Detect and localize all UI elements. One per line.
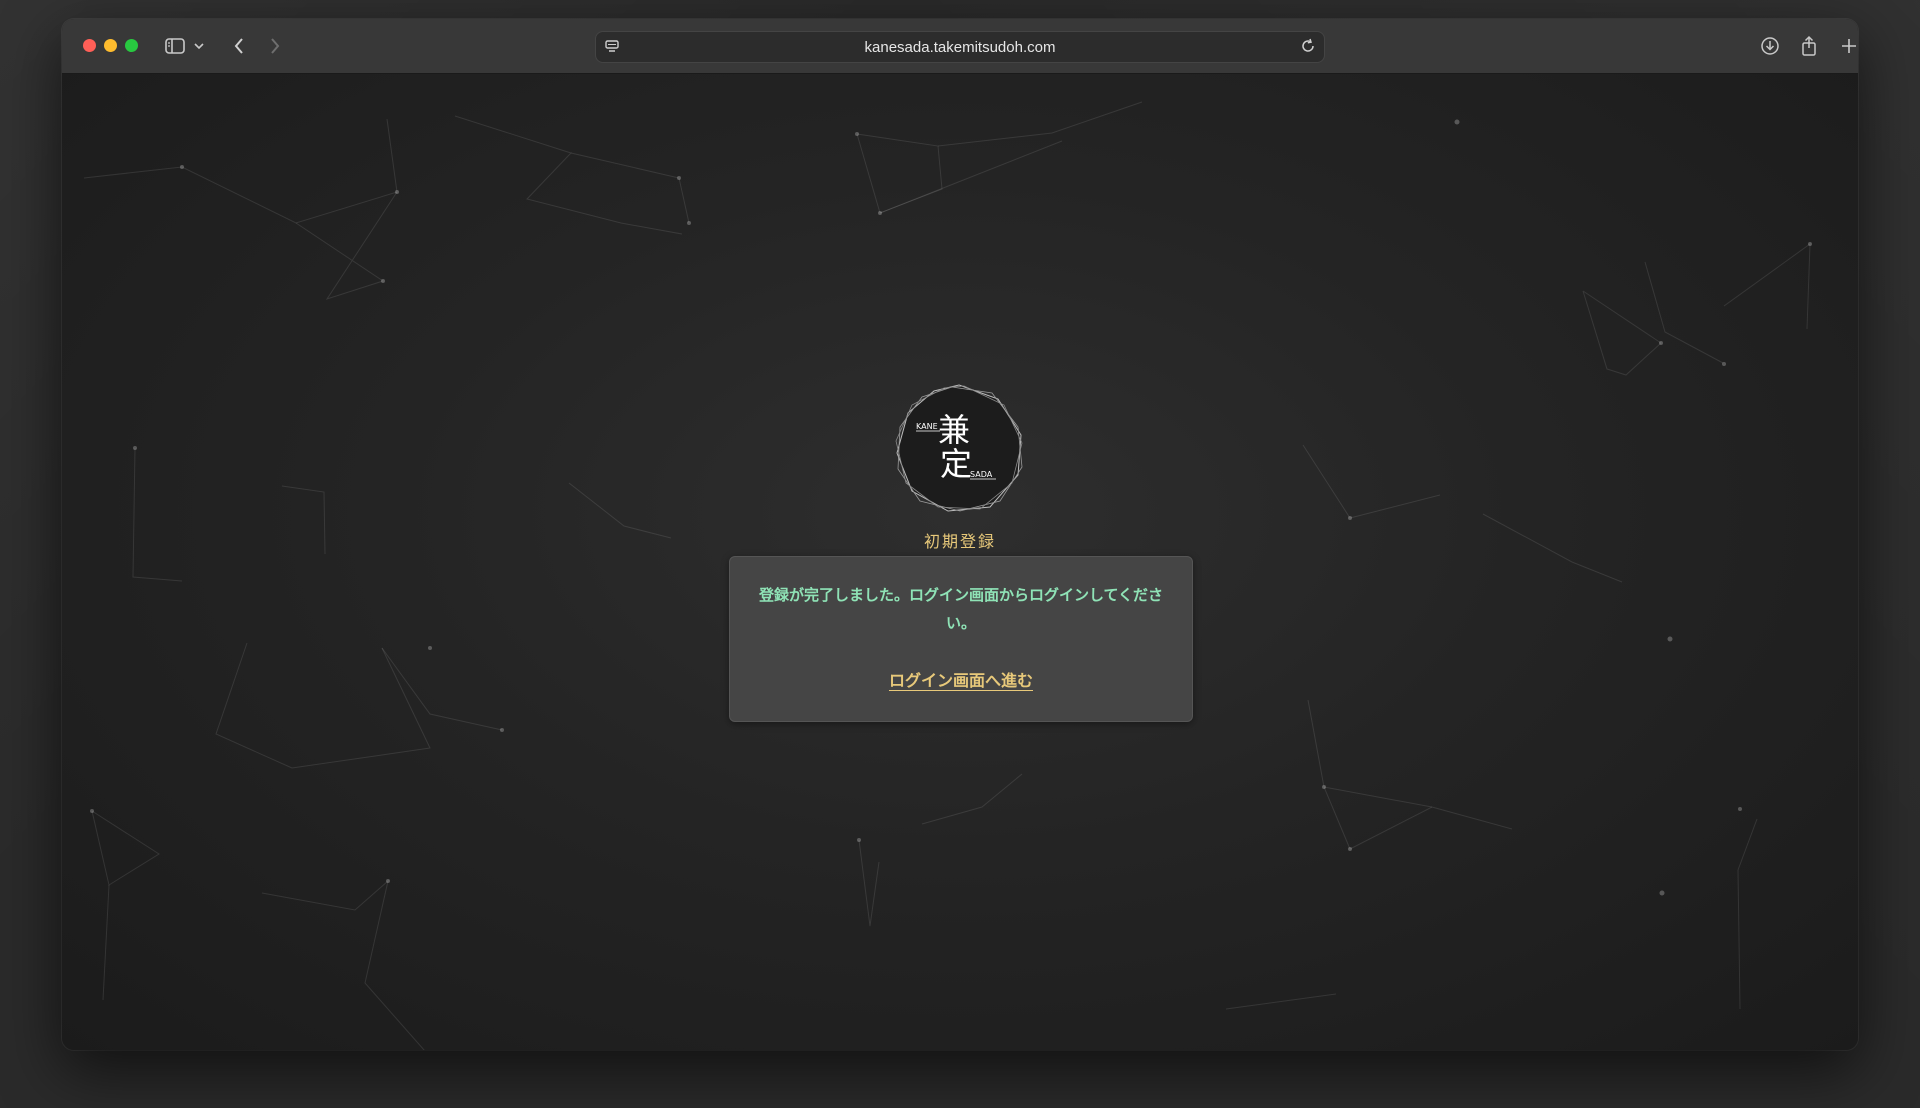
success-message: 登録が完了しました。ログイン画面からログインしてください。: [758, 586, 1164, 632]
browser-toolbar: kanesada.takemitsudoh.com: [62, 19, 1858, 74]
address-bar[interactable]: kanesada.takemitsudoh.com: [595, 31, 1325, 63]
sidebar-icon[interactable]: [162, 33, 188, 59]
chevron-down-icon[interactable]: [192, 33, 206, 59]
minimize-window-button[interactable]: [104, 39, 117, 52]
registration-complete-card: 登録が完了しました。ログイン画面からログインしてください。 ログイン画面へ進む: [729, 556, 1193, 722]
new-tab-plus-icon[interactable]: [1838, 33, 1858, 59]
url-text: kanesada.takemitsudoh.com: [864, 38, 1056, 56]
logo-kanji-top: 兼: [938, 411, 970, 449]
zoom-window-button[interactable]: [125, 39, 138, 52]
close-window-button[interactable]: [83, 39, 96, 52]
logo-romaji-bottom: SADA: [970, 470, 993, 479]
back-arrow-icon[interactable]: [228, 33, 250, 59]
login-link-wrapper: ログイン画面へ進む: [730, 667, 1192, 691]
share-icon[interactable]: [1798, 33, 1820, 59]
download-icon[interactable]: [1759, 33, 1781, 59]
forward-arrow-icon[interactable]: [264, 33, 286, 59]
logo-kanji-bottom: 定: [940, 445, 972, 483]
page-settings-icon[interactable]: [604, 38, 620, 58]
logo-romaji-top: KANE: [916, 422, 938, 431]
reload-icon[interactable]: [1300, 38, 1316, 58]
kanesada-logo: KANE 兼 定 SADA: [894, 383, 1024, 513]
browser-window: kanesada.takemitsudoh.com KANE 兼 定 SADA …: [62, 19, 1858, 1050]
section-label: 初期登録: [923, 532, 996, 551]
go-to-login-link[interactable]: ログイン画面へ進む: [889, 671, 1033, 690]
